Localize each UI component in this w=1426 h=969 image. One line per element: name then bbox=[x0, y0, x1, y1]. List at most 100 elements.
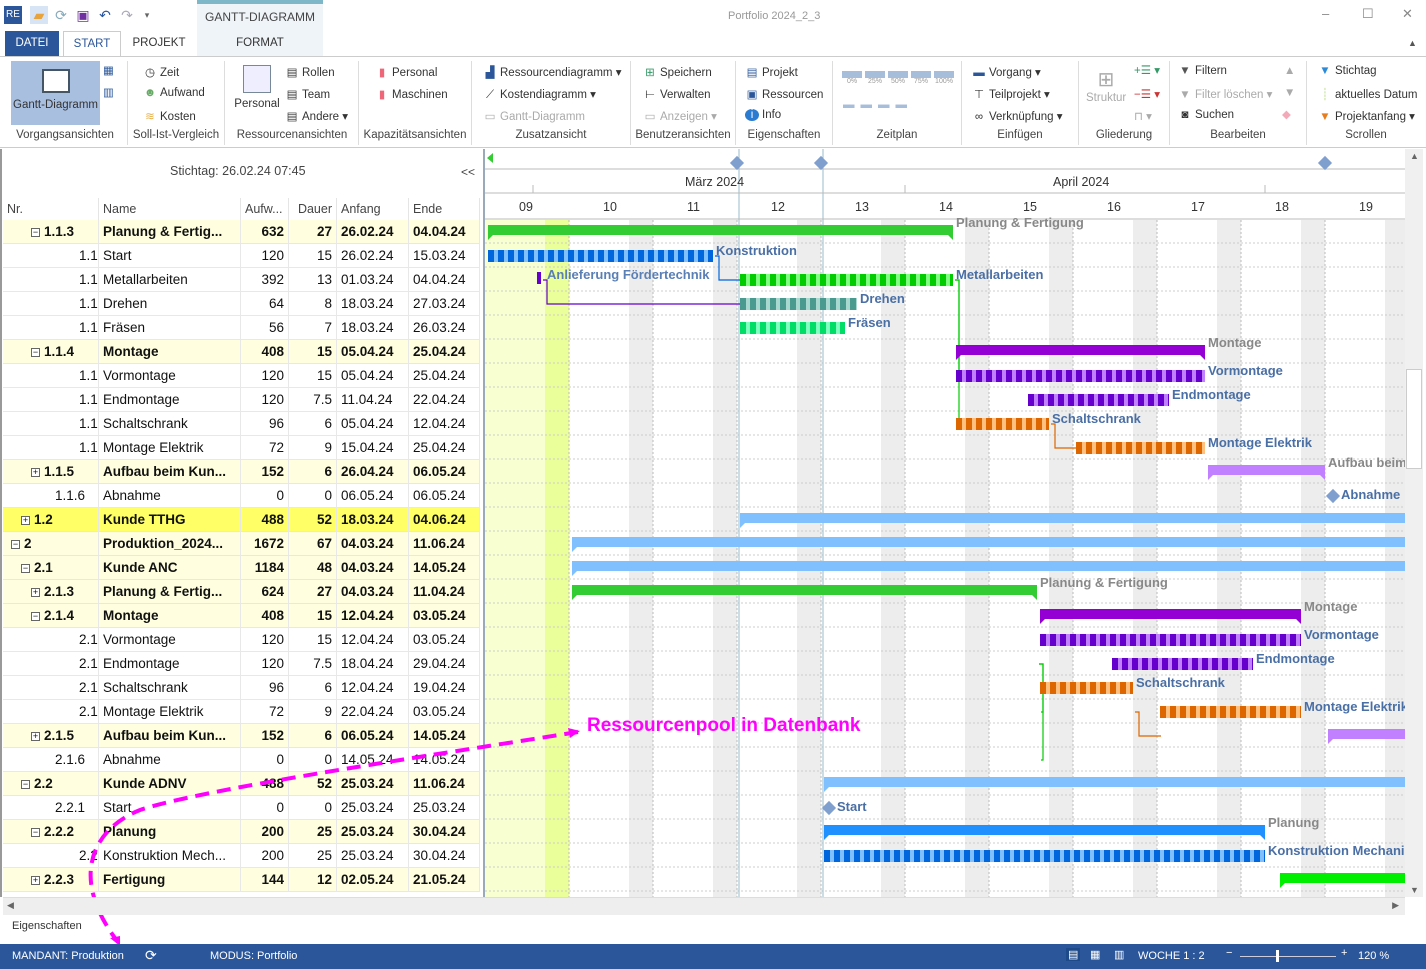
vorgang-insert-button[interactable]: ▬ Vorgang ▾ bbox=[972, 65, 1041, 79]
struktur-button[interactable]: ⊞ Struktur bbox=[1086, 67, 1126, 104]
task-bar[interactable] bbox=[488, 250, 713, 262]
collapse-icon[interactable]: − bbox=[31, 828, 40, 837]
table-row[interactable]: 2.1.4.2 Endmontage 120 7.5 18.04.24 29.0… bbox=[3, 652, 480, 676]
aktuelles-datum-button[interactable]: ┊ aktuelles Datum bbox=[1318, 87, 1418, 101]
filtern-button[interactable]: ▼ Filtern bbox=[1178, 65, 1227, 77]
zoom-slider[interactable] bbox=[1240, 950, 1336, 962]
table-row[interactable]: 2.1.4.1 Vormontage 120 15 12.04.24 03.05… bbox=[3, 628, 480, 652]
collapse-icon[interactable]: − bbox=[21, 564, 30, 573]
table-row[interactable]: 2.1.6 Abnahme 0 0 14.05.24 14.05.24 bbox=[3, 748, 480, 772]
customize-quick-access-icon[interactable]: ▾ bbox=[138, 6, 156, 24]
indent-icon[interactable]: +☰ ▾ bbox=[1134, 63, 1160, 77]
complete-25-button[interactable]: 25% bbox=[865, 71, 885, 85]
minimize-button[interactable]: – bbox=[1322, 6, 1329, 21]
scroll-right-icon[interactable]: ▶ bbox=[1392, 900, 1399, 911]
collapse-table-button[interactable]: << bbox=[461, 165, 475, 179]
save-icon[interactable]: ▣ bbox=[74, 6, 92, 24]
table-row[interactable]: −1.1.3 Planung & Fertig... 632 27 26.02.… bbox=[3, 220, 480, 244]
task-bar[interactable] bbox=[956, 370, 1205, 382]
table-row[interactable]: −2 Produktion_2024... 1672 67 04.03.24 1… bbox=[3, 532, 480, 556]
verknuepfung-button[interactable]: ∞ Verknüpfung ▾ bbox=[972, 109, 1063, 123]
eigenschaften-panel-tab[interactable]: Eigenschaften bbox=[12, 920, 82, 932]
projektanfang-button[interactable]: ▼ Projektanfang ▾ bbox=[1318, 109, 1415, 123]
view-layout-2-icon[interactable]: ▦ bbox=[1090, 948, 1100, 961]
complete-75-button[interactable]: 75% bbox=[911, 71, 931, 85]
summary-bar[interactable] bbox=[1208, 465, 1325, 480]
horizontal-scrollbar[interactable]: ◀ ▶ bbox=[3, 897, 1405, 915]
task-bar[interactable] bbox=[1160, 706, 1301, 718]
table-row[interactable]: 2.1.4.4 Montage Elektrik 72 9 22.04.24 0… bbox=[3, 700, 480, 724]
table-row[interactable]: +1.1.5 Aufbau beim Kun... 152 6 26.04.24… bbox=[3, 460, 480, 484]
scroll-up-icon[interactable]: ▲ bbox=[1284, 65, 1295, 77]
move-icon[interactable]: ⊓ ▾ bbox=[1134, 109, 1152, 123]
col-dauer[interactable]: Dauer bbox=[289, 198, 337, 220]
table-row[interactable]: 1.1.4.1 Vormontage 120 15 05.04.24 25.04… bbox=[3, 364, 480, 388]
table-row[interactable]: 2.2.1 Start 0 0 25.03.24 25.03.24 bbox=[3, 796, 480, 820]
expand-icon[interactable]: + bbox=[31, 588, 40, 597]
view-variant-2-icon[interactable]: ▥ bbox=[103, 85, 114, 99]
summary-bar[interactable] bbox=[740, 513, 1405, 528]
table-row[interactable]: 1.1.4.4 Montage Elektrik 72 9 15.04.24 2… bbox=[3, 436, 480, 460]
table-row[interactable]: +2.2.3 Fertigung 144 12 02.05.24 21.05.2… bbox=[3, 868, 480, 892]
kostendiagramm-button[interactable]: ⟋ Kostendiagramm ▾ bbox=[483, 87, 596, 102]
table-row[interactable]: +2.1.5 Aufbau beim Kun... 152 6 06.05.24… bbox=[3, 724, 480, 748]
table-row[interactable]: 1.1.3.5 Drehen 64 8 18.03.24 27.03.24 bbox=[3, 292, 480, 316]
personal-view-button[interactable]: Personal bbox=[232, 65, 282, 110]
col-anfang[interactable]: Anfang bbox=[337, 198, 409, 220]
suchen-button[interactable]: ◙ Suchen bbox=[1178, 109, 1235, 121]
summary-bar[interactable] bbox=[824, 825, 1265, 840]
zusatz-gantt-button[interactable]: ▭ Gantt-Diagramm bbox=[483, 109, 585, 123]
collapse-ribbon-icon[interactable]: ▲ bbox=[1408, 38, 1417, 48]
info-button[interactable]: i Info bbox=[745, 109, 781, 121]
zoom-in-button[interactable]: + bbox=[1341, 947, 1347, 959]
collapse-icon[interactable]: − bbox=[31, 348, 40, 357]
task-bar[interactable] bbox=[956, 418, 1049, 430]
task-bar[interactable] bbox=[740, 274, 953, 286]
complete-0-button[interactable]: 0% bbox=[842, 71, 862, 85]
table-row[interactable]: 1.1.3.1 Start 120 15 26.02.24 15.03.24 bbox=[3, 244, 480, 268]
vertical-scroll-thumb[interactable] bbox=[1406, 369, 1422, 469]
close-button[interactable]: ✕ bbox=[1402, 6, 1413, 22]
task-bar[interactable] bbox=[740, 322, 845, 334]
table-row[interactable]: −2.2 Kunde ADNV 488 52 25.03.24 11.06.24 bbox=[3, 772, 480, 796]
task-bar[interactable] bbox=[1040, 682, 1133, 694]
sync-icon[interactable]: ⟳ bbox=[145, 947, 157, 964]
zeit-button[interactable]: ◷ Zeit bbox=[143, 65, 179, 79]
gantt-diagramm-button[interactable]: Gantt-Diagramm bbox=[11, 61, 100, 125]
table-row[interactable]: 2.2.2.1 Konstruktion Mech... 200 25 25.0… bbox=[3, 844, 480, 868]
rollen-button[interactable]: ▤ Rollen bbox=[285, 65, 335, 79]
eraser-icon[interactable]: ◆ bbox=[1282, 107, 1291, 121]
stichtag-button[interactable]: ▼ Stichtag bbox=[1318, 65, 1376, 77]
ressourcendiagramm-button[interactable]: ▟ Ressourcendiagramm ▾ bbox=[483, 65, 622, 79]
expand-icon[interactable]: + bbox=[31, 876, 40, 885]
view-layout-3-icon[interactable]: ▥ bbox=[1114, 948, 1124, 961]
scroll-left-icon[interactable]: ◀ bbox=[7, 900, 14, 911]
ressourcen-properties-button[interactable]: ▣ Ressourcen bbox=[745, 87, 824, 101]
collapse-icon[interactable]: − bbox=[31, 612, 40, 621]
task-bar[interactable] bbox=[740, 298, 857, 310]
table-row[interactable]: 1.1.4.3 Schaltschrank 96 6 05.04.24 12.0… bbox=[3, 412, 480, 436]
task-bar[interactable] bbox=[824, 850, 1265, 862]
outdent-icon[interactable]: −☰ ▾ bbox=[1134, 87, 1160, 101]
summary-bar[interactable] bbox=[572, 537, 1405, 552]
complete-100-button[interactable]: 100% bbox=[934, 71, 954, 85]
open-folder-icon[interactable]: ▰ bbox=[30, 6, 48, 24]
teilprojekt-button[interactable]: ⊤ Teilprojekt ▾ bbox=[972, 87, 1050, 101]
kap-personal-button[interactable]: ▮ Personal bbox=[375, 65, 438, 79]
complete-50-button[interactable]: 50% bbox=[888, 71, 908, 85]
summary-bar[interactable] bbox=[1040, 609, 1301, 624]
milestone-diamond-icon[interactable] bbox=[1325, 488, 1341, 504]
scroll-up-arrow-icon[interactable]: ▲ bbox=[1410, 151, 1419, 161]
refresh-icon[interactable]: ⟳ bbox=[52, 6, 70, 24]
kap-maschinen-button[interactable]: ▮ Maschinen bbox=[375, 87, 448, 101]
milestone-diamond-icon[interactable] bbox=[821, 800, 837, 816]
summary-bar[interactable] bbox=[572, 585, 1037, 600]
tab-format[interactable]: FORMAT bbox=[197, 31, 323, 56]
summary-bar[interactable] bbox=[488, 225, 953, 240]
summary-bar[interactable] bbox=[824, 777, 1405, 792]
table-row[interactable]: −2.2.2 Planung 200 25 25.03.24 30.04.24 bbox=[3, 820, 480, 844]
redo-icon[interactable]: ↷ bbox=[118, 6, 136, 24]
time-scale[interactable]: WOCHE 1 : 2 bbox=[1138, 950, 1205, 962]
table-row[interactable]: +1.2 Kunde TTHG 488 52 18.03.24 04.06.24 bbox=[3, 508, 480, 532]
col-nr[interactable]: Nr. bbox=[3, 198, 99, 220]
